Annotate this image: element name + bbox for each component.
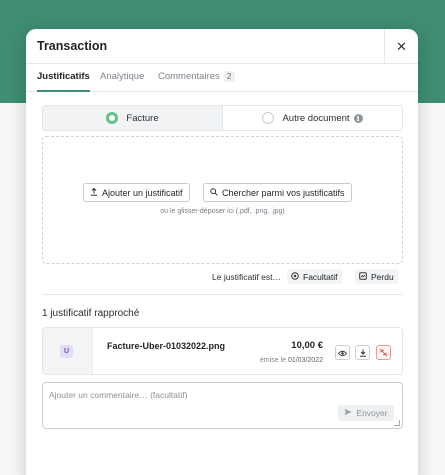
- tab-label: Analytique: [100, 71, 145, 82]
- option-autre-document[interactable]: Autre document i: [223, 106, 402, 130]
- matched-receipt-card[interactable]: U Facture-Uber-01032022.png 10,00 € émis…: [42, 327, 403, 375]
- option-facture[interactable]: Facture: [43, 106, 223, 130]
- send-label: Envoyer: [356, 408, 388, 418]
- info-icon[interactable]: i: [353, 113, 363, 123]
- comment-count-badge: 2: [223, 71, 235, 82]
- resize-handle[interactable]: [394, 420, 400, 426]
- close-icon: ✕: [396, 38, 407, 54]
- add-receipt-button[interactable]: Ajouter un justificatif: [83, 183, 190, 202]
- download-icon: [359, 344, 367, 362]
- issue-date-prefix: émise le: [259, 357, 286, 364]
- merchant-avatar: U: [60, 345, 73, 358]
- receipt-status-label: Le justificatif est…: [212, 272, 281, 282]
- unlink-button[interactable]: [376, 345, 391, 360]
- optional-button[interactable]: Facultatif: [287, 269, 342, 284]
- radio-selected-icon: [106, 112, 119, 124]
- file-amount: 10,00 €: [291, 340, 323, 351]
- tab-label: Commentaires: [158, 71, 220, 82]
- unlink-icon: [379, 344, 388, 362]
- modal-title: Transaction: [37, 39, 108, 53]
- modal-header: Transaction ✕: [26, 29, 418, 64]
- preview-button[interactable]: [335, 345, 350, 360]
- tab-bar: Justificatifs Analytique Commentaires 2: [26, 64, 418, 92]
- search-icon: [210, 187, 218, 198]
- section-divider: [42, 294, 403, 295]
- target-icon: [291, 271, 299, 282]
- option-label: Facture: [126, 112, 159, 124]
- radio-unselected-icon: [262, 112, 275, 124]
- download-button[interactable]: [355, 345, 370, 360]
- comment-input[interactable]: Ajouter un commentaire… (facultatif): [49, 390, 187, 400]
- tab-analytique[interactable]: Analytique: [100, 71, 144, 92]
- receipt-status-row: Le justificatif est… Facultatif Perdu: [26, 267, 418, 287]
- lost-document-icon: [359, 271, 367, 282]
- close-button[interactable]: ✕: [384, 29, 418, 64]
- tab-commentaires[interactable]: Commentaires 2: [158, 71, 235, 92]
- document-type-toggle: Facture Autre document i: [42, 105, 403, 131]
- upload-dropzone[interactable]: Ajouter un justificatif Chercher parmi v…: [42, 136, 403, 264]
- file-issue-date: émise le 01/03/2022: [260, 357, 323, 364]
- lost-button[interactable]: Perdu: [355, 269, 398, 284]
- dropzone-hint: ou le glisser-déposer ici (.pdf, .png, .…: [160, 208, 285, 215]
- add-receipt-label: Ajouter un justificatif: [102, 187, 183, 198]
- search-receipts-button[interactable]: Chercher parmi vos justificatifs: [203, 183, 352, 202]
- optional-label: Facultatif: [303, 271, 338, 282]
- upload-icon: [90, 187, 98, 198]
- lost-label: Perdu: [371, 271, 394, 282]
- comment-box: Ajouter un commentaire… (facultatif) Env…: [42, 382, 403, 429]
- eye-icon: [337, 344, 348, 362]
- file-name: Facture-Uber-01032022.png: [107, 341, 226, 351]
- matched-receipts-title: 1 justificatif rapproché: [42, 308, 140, 319]
- option-label: Autre document: [282, 112, 350, 124]
- issue-date-value: 01/03/2022: [287, 357, 323, 364]
- send-button[interactable]: Envoyer: [338, 405, 394, 421]
- file-thumbnail: U: [43, 328, 93, 374]
- search-receipts-label: Chercher parmi vos justificatifs: [222, 187, 345, 198]
- tab-justificatifs[interactable]: Justificatifs: [37, 71, 90, 92]
- tab-label: Justificatifs: [37, 71, 90, 82]
- send-icon: [344, 408, 352, 418]
- transaction-modal: Transaction ✕ Justificatifs Analytique C…: [26, 29, 418, 475]
